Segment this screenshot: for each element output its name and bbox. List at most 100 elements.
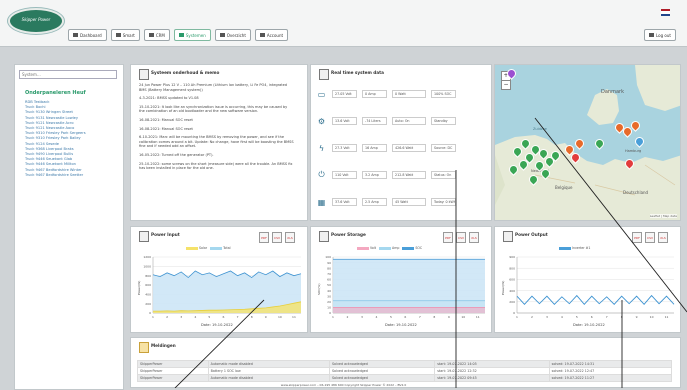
- y-tick-label: 800: [509, 266, 515, 270]
- y-tick-label: 90: [327, 261, 331, 265]
- map-attribution: Leaflet | Map data: [649, 214, 677, 218]
- notification-row[interactable]: SkipperPower Battery 1 SOC low Solved ackn…: [137, 367, 673, 375]
- realtime-row: ▭ 27.05 Volt 0 Amp 0 Watt 100% SOC: [317, 87, 479, 101]
- realtime-value: Status: On: [431, 171, 456, 179]
- realtime-panel: Real time system data ▭ 27.05 Volt 0 Amp 0 …: [310, 64, 492, 221]
- maintenance-message: 16-08-2021: Manual SOC reset: [139, 126, 193, 131]
- realtime-value: 37.6 Volt: [332, 198, 357, 206]
- x-tick-label: 6: [223, 315, 225, 319]
- x-tick-label: 2: [166, 315, 168, 319]
- x-tick-label: 10: [278, 315, 282, 319]
- language-flag-icon[interactable]: [661, 9, 670, 16]
- power-output-xlabel: Date: 19-10-2022: [573, 323, 605, 327]
- power-storage-ylabel: SOC(%): [317, 283, 321, 295]
- map-label-belgique: Belgique: [555, 185, 573, 190]
- smart-icon: [115, 33, 121, 37]
- nav-label: Dashboard: [80, 32, 102, 38]
- system-list: RDB Testback Truck Bochi Truck 9130 Wringe…: [25, 100, 86, 178]
- realtime-value: 100% SOC: [431, 90, 456, 98]
- x-tick-label: 5: [208, 315, 210, 319]
- logout-icon: [649, 33, 654, 37]
- y-tick-label: 900: [509, 255, 515, 259]
- notification-row[interactable]: SkipperPower Automatic mode disabled Solve…: [137, 374, 673, 382]
- power-icon: ⏻: [318, 170, 325, 179]
- account-icon: [259, 33, 265, 37]
- nav-crm-button[interactable]: CRM: [143, 29, 170, 41]
- y-tick-label: 30: [327, 294, 331, 298]
- y-tick-label: 100: [325, 255, 331, 259]
- x-tick-label: 7: [419, 315, 421, 319]
- notification-row[interactable]: SkipperPower Automatic mode disabled Solve…: [137, 360, 673, 368]
- maintenance-title: Systeem onderhoud & memo: [151, 70, 220, 75]
- y-tick-label: 80: [327, 266, 331, 270]
- notification-cell: Automatic mode disabled: [207, 360, 330, 368]
- logo[interactable]: Skipper Power: [8, 8, 64, 34]
- x-tick-label: 1: [332, 315, 334, 319]
- notification-cell: solved: 19-07-2022 14:31: [548, 360, 673, 368]
- map-label-hamburg: Hamburg: [625, 149, 642, 153]
- y-tick-label: 1000: [143, 265, 151, 269]
- nav-label: CRM: [155, 32, 165, 38]
- x-tick-label: 2: [531, 315, 533, 319]
- notification-cell: Automatic mode disabled: [207, 374, 330, 382]
- notification-cell: Solved acknowledged: [328, 367, 436, 375]
- y-tick-label: 20: [327, 300, 331, 304]
- x-tick-label: 11: [292, 315, 296, 319]
- location-map[interactable]: + − Danmark Belgique Deutschland Zuidzee…: [494, 64, 681, 221]
- logout-button[interactable]: Log out: [644, 29, 676, 41]
- notifications-table: SkipperPower Automatic mode disabled Solve…: [137, 360, 673, 382]
- series-area-volt: [333, 307, 485, 313]
- realtime-value: -74 Liters: [362, 117, 387, 125]
- realtime-value: 16 Amp: [362, 144, 387, 152]
- nav-label: Account: [266, 32, 284, 38]
- nav-overview-button[interactable]: Overzicht: [214, 29, 251, 41]
- x-tick-label: 4: [561, 315, 563, 319]
- power-storage-xlabel: Date: 19-10-2022: [385, 323, 417, 327]
- realtime-value: Standby: [431, 117, 456, 125]
- maintenance-message: 25-10-2022: some screws on the short (me…: [139, 161, 293, 171]
- solar-icon: ▦: [317, 197, 326, 207]
- y-tick-label: 600: [509, 278, 515, 282]
- maintenance-message: 4-3-2021: BMSS updated to V1.08: [139, 96, 199, 101]
- power-output-panel: Power Output PDF CSV XLS Inverter #1 900…: [494, 226, 681, 333]
- notification-cell: start: 19-07-2022 14:05: [434, 360, 550, 368]
- y-tick-label: 50: [327, 283, 331, 287]
- notification-cell: solved: 19-07-2022 11:27: [548, 374, 673, 382]
- x-tick-label: 9: [265, 315, 267, 319]
- realtime-value: Today: 0 kWh: [431, 198, 456, 206]
- maintenance-panel: Systeem onderhoud & memo 24 Jun Power Pl…: [130, 64, 308, 221]
- notification-cell: solved: 19-07-2022 12:47: [548, 367, 673, 375]
- nav-smart-button[interactable]: Smart: [110, 29, 140, 41]
- system-search-input[interactable]: [19, 70, 117, 79]
- realtime-value: 0 Amp: [362, 90, 387, 98]
- y-tick-label: 600: [145, 283, 151, 287]
- sidebar-system-item[interactable]: Truck 9467 Bedfordshire Seetter: [25, 173, 86, 178]
- power-input-chart: 1200 1000 800 600 400 200 01 2 3 4 5 6 7 8 9 10 11: [143, 255, 302, 319]
- realtime-value: 426.6 Watt: [392, 144, 426, 152]
- x-tick-label: 10: [461, 315, 465, 319]
- x-tick-label: 8: [621, 315, 623, 319]
- page-footer: www.skipperpower.com – 06-195 486 600 Co…: [280, 383, 407, 387]
- x-tick-label: 10: [650, 315, 654, 319]
- realtime-row: ⏻ 110 Volt 3.2 Amp 212.8 Watt Status: On: [317, 168, 479, 182]
- x-tick-label: 9: [448, 315, 450, 319]
- overview-icon: [219, 33, 225, 37]
- x-tick-label: 4: [194, 315, 196, 319]
- sidebar-heading: Onderpaneleren Heuf: [25, 90, 86, 96]
- realtime-value: 0 Watt: [392, 90, 426, 98]
- power-storage-panel: Power Storage PDF CSV XLS Volt Amp SOC 1…: [310, 226, 492, 333]
- maintenance-message: 16-05-2022: Turned off the generator (PT…: [139, 152, 214, 157]
- nav-dashboard-button[interactable]: Dashboard: [68, 29, 107, 41]
- map-label-danmark: Danmark: [601, 89, 624, 95]
- y-tick-label: 60: [327, 278, 331, 282]
- notification-cell: Solved acknowledged: [328, 374, 436, 382]
- map-zoom-out-button[interactable]: −: [501, 80, 511, 90]
- sidebar-system-item[interactable]: Truck 9310 Friesley Park Bailey: [25, 136, 86, 141]
- nav-account-button[interactable]: Account: [254, 29, 289, 41]
- nav-systems-button[interactable]: Systemen: [173, 29, 211, 41]
- notifications-title: Meldingen: [151, 343, 176, 348]
- notification-cell: SkipperPower: [137, 374, 209, 382]
- x-tick-label: 2: [347, 315, 349, 319]
- realtime-value: 13.6 Volt: [332, 117, 357, 125]
- monitor-icon: [319, 69, 329, 80]
